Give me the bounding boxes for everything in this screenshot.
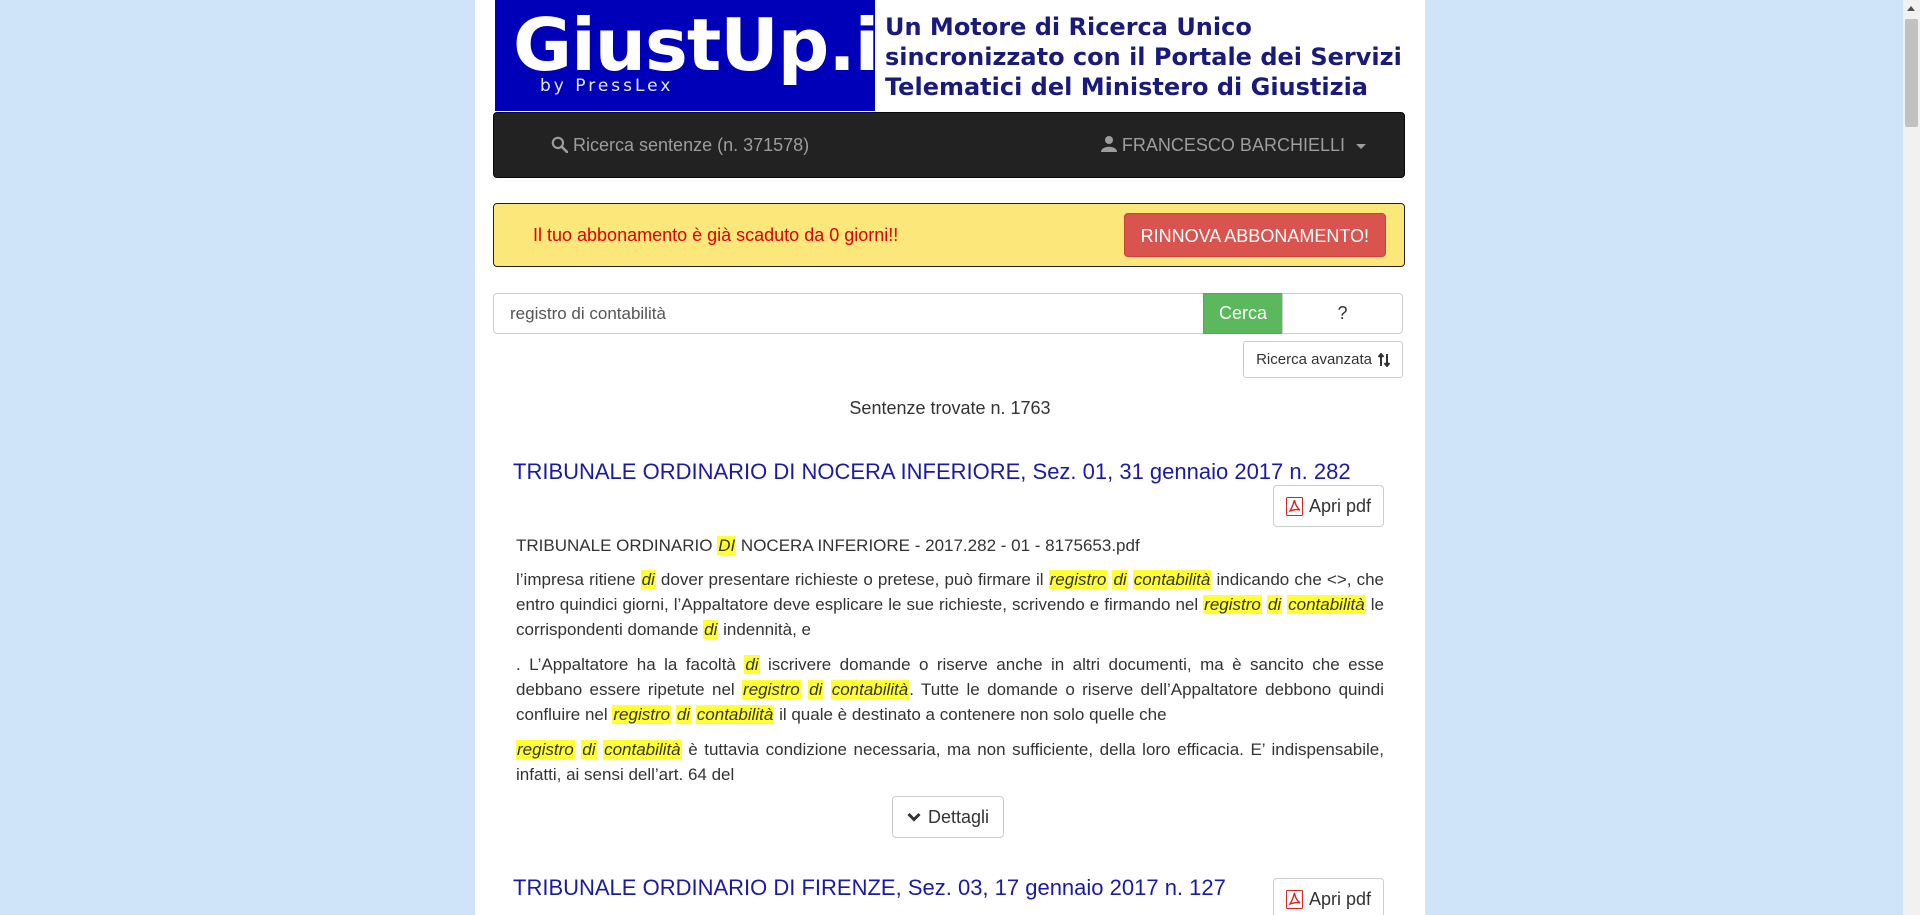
result-paragraph: registro di contabilità è tuttavia condi… <box>516 740 1384 784</box>
tagline: Un Motore di Ricerca Unico sincronizzato… <box>875 0 1405 111</box>
highlighted-term: registro <box>742 680 801 699</box>
result-title[interactable]: TRIBUNALE ORDINARIO DI FIRENZE, Sez. 03,… <box>513 875 1226 901</box>
search-button[interactable]: Cerca <box>1203 293 1283 334</box>
sort-arrows-icon <box>1378 352 1390 367</box>
user-menu[interactable]: FRANCESCO BARCHIELLI <box>1100 113 1366 177</box>
advanced-search-label: Ricerca avanzata <box>1256 351 1372 368</box>
nav-search-label: Ricerca sentenze (n. 371578) <box>573 135 810 155</box>
tagline-line: Telematici del Ministero di Giustizia <box>885 73 1368 101</box>
help-button[interactable]: ? <box>1282 293 1403 334</box>
highlighted-term: di <box>703 620 719 639</box>
tagline-line: Un Motore di Ricerca Unico <box>885 13 1252 41</box>
open-pdf-label: Apri pdf <box>1308 495 1371 516</box>
details-label: Dettagli <box>928 806 990 827</box>
highlighted-term: DI <box>717 536 737 555</box>
navbar: Ricerca sentenze (n. 371578) FRANCESCO B… <box>493 112 1405 178</box>
highlighted-term: registro <box>1048 570 1108 589</box>
highlighted-term: contabilità <box>1132 570 1212 589</box>
open-pdf-button[interactable]: Apri pdf <box>1272 878 1384 915</box>
highlighted-term: contabilità <box>603 740 682 759</box>
page: GiustUp.it by PressLex Un Motore di Rice… <box>475 0 1425 915</box>
tagline-line: sincronizzato con il Portale dei Servizi <box>885 43 1402 71</box>
highlighted-term: contabilità <box>1287 595 1366 614</box>
user-name: FRANCESCO BARCHIELLI <box>1121 135 1345 155</box>
result-paragraph: l’impresa ritiene di dover presentare ri… <box>516 570 1384 639</box>
highlighted-term: contabilità <box>695 705 775 724</box>
scroll-up-arrow-icon[interactable] <box>1907 6 1915 11</box>
result-title[interactable]: TRIBUNALE ORDINARIO DI NOCERA INFERIORE,… <box>513 459 1351 485</box>
caret-down-icon <box>1356 143 1366 149</box>
search-icon <box>551 136 569 154</box>
highlighted-term: registro <box>516 740 575 759</box>
alert-message: Il tuo abbonamento è già scaduto da 0 gi… <box>533 225 899 245</box>
search-input[interactable] <box>493 293 1204 334</box>
renew-subscription-button[interactable]: RINNOVA ABBONAMENTO! <box>1123 213 1386 257</box>
open-pdf-label: Apri pdf <box>1308 888 1371 909</box>
user-icon <box>1100 136 1117 152</box>
details-button[interactable]: Dettagli <box>892 796 1005 838</box>
highlighted-term: di <box>581 740 597 759</box>
scrollbar-thumb[interactable] <box>1905 19 1918 127</box>
highlighted-term: di <box>640 570 656 589</box>
highlighted-term: contabilità <box>830 680 910 699</box>
advanced-search-button[interactable]: Ricerca avanzata <box>1243 341 1403 378</box>
pdf-icon <box>1285 889 1303 909</box>
highlighted-term: registro <box>612 705 672 724</box>
highlighted-term: di <box>675 705 692 724</box>
header-banner: GiustUp.it by PressLex Un Motore di Rice… <box>495 0 1405 111</box>
scrollbar[interactable] <box>1903 0 1920 915</box>
highlighted-term: di <box>744 655 760 674</box>
pdf-icon <box>1285 496 1303 516</box>
highlighted-term: di <box>808 680 824 699</box>
result-paragraph: . L’Appaltatore ha la facoltà di iscrive… <box>516 655 1385 724</box>
results-count: Sentenze trovate n. 1763 <box>849 398 1051 418</box>
chevron-down-icon <box>907 812 921 822</box>
highlighted-term: di <box>1266 595 1283 614</box>
open-pdf-button[interactable]: Apri pdf <box>1272 485 1384 527</box>
highlighted-term: registro <box>1203 595 1262 614</box>
result-file-line: TRIBUNALE ORDINARIO DI NOCERA INFERIORE … <box>516 536 1140 555</box>
result-snippet: TRIBUNALE ORDINARIO DI NOCERA INFERIORE … <box>516 533 1384 797</box>
logo-subtitle: by PressLex <box>540 76 674 96</box>
nav-search-sentences[interactable]: Ricerca sentenze (n. 371578) <box>551 113 809 177</box>
subscription-alert: Il tuo abbonamento è già scaduto da 0 gi… <box>493 203 1405 267</box>
logo[interactable]: GiustUp.it by PressLex <box>495 0 875 111</box>
highlighted-term: di <box>1112 570 1128 589</box>
